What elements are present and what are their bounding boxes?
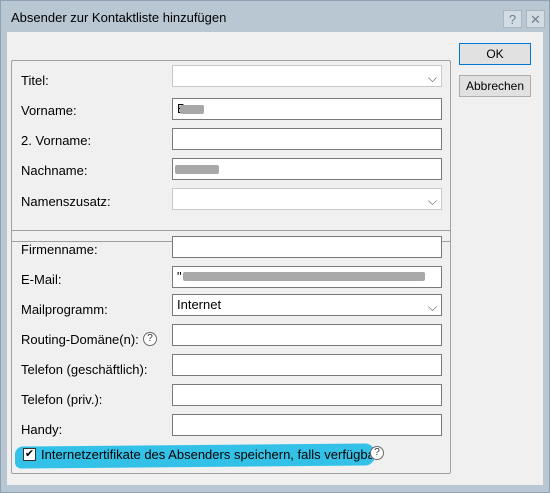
chevron-down-icon: ⌵ [427,300,437,314]
first-name-label: Vorname: [21,103,77,118]
dialog-title: Absender zur Kontaktliste hinzufügen [11,10,227,25]
email-value: " [177,269,182,284]
phone-work-label: Telefon (geschäftlich): [21,362,148,377]
mail-program-select[interactable]: Internet ⌵ [172,294,442,316]
routing-help-icon[interactable]: ? [143,332,157,346]
first-name-field[interactable]: B [172,98,442,120]
phone-private-label: Telefon (priv.): [21,392,103,407]
help-title-button[interactable]: ? [503,10,522,28]
middle-name-field[interactable] [172,128,442,150]
suffix-select[interactable]: ⌵ [172,188,442,210]
mobile-field[interactable] [172,414,442,436]
check-icon: ✔ [24,448,35,460]
last-name-label: Nachname: [21,163,88,178]
phone-private-field[interactable] [172,384,442,406]
redacted-email [183,272,425,281]
suffix-label: Namenszusatz: [21,194,111,209]
cancel-button[interactable]: Abbrechen [459,75,531,97]
title-label: Titel: [21,73,49,88]
title-select[interactable]: ⌵ [172,65,442,87]
title-bar: Absender zur Kontaktliste hinzufügen ? ✕ [2,2,548,32]
chevron-down-icon: ⌵ [427,194,437,208]
close-button[interactable]: ✕ [526,10,545,28]
cert-checkbox[interactable]: ✔ [23,448,36,461]
middle-name-label: 2. Vorname: [21,133,92,148]
company-label: Firmenname: [21,242,98,257]
phone-work-field[interactable] [172,354,442,376]
email-label: E-Mail: [21,272,62,287]
redacted-last-name [175,165,219,174]
chevron-down-icon: ⌵ [427,71,437,85]
company-field[interactable] [172,236,442,258]
dialog-client-area: Titel: ⌵ Vorname: B 2. Vorname: Nachname… [7,32,543,485]
cert-checkbox-label: Internetzertifikate des Absenders speich… [41,447,380,462]
mobile-label: Handy: [21,422,63,437]
mail-program-label: Mailprogramm: [21,302,108,317]
redacted-first-name [180,105,204,114]
cert-help-icon[interactable]: ? [370,446,384,460]
mail-program-value: Internet [177,297,222,312]
routing-label: Routing-Domäne(n): [21,332,139,347]
routing-field[interactable] [172,324,442,346]
ok-button[interactable]: OK [459,43,531,65]
name-group [11,60,451,242]
